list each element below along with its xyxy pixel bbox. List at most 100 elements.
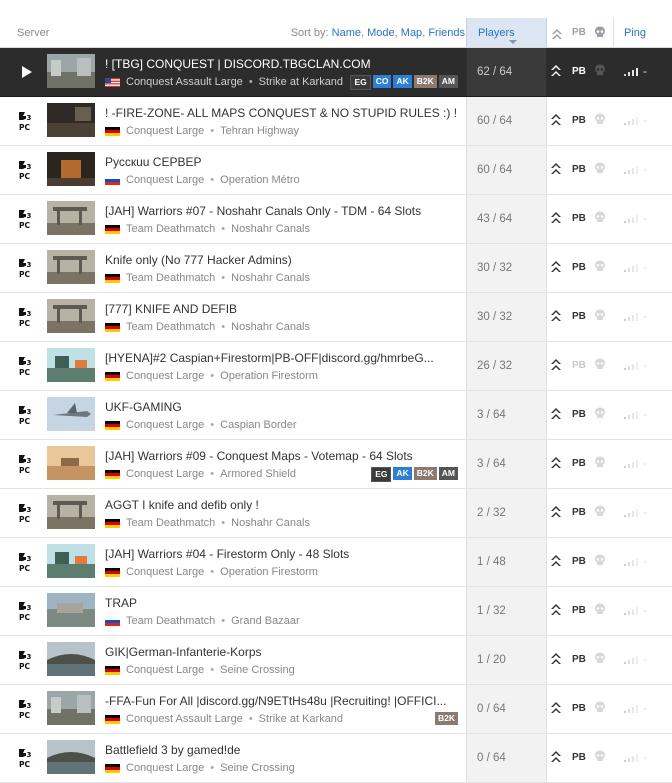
sort-map[interactable]: Map xyxy=(401,27,422,39)
play-icon[interactable] xyxy=(22,66,32,78)
country-flag-icon xyxy=(105,420,120,430)
rank-chevron-icon xyxy=(551,212,561,223)
rank-chevron-icon xyxy=(551,457,561,468)
ping-value: - xyxy=(643,554,647,568)
server-row[interactable]: 3 PC -FFA-Fun For All |discord.gg/N9ETtHs… xyxy=(0,685,672,734)
ping-value: - xyxy=(643,260,647,274)
map-name: Noshahr Canals xyxy=(231,321,310,333)
player-count: 3 / 64 xyxy=(477,458,506,470)
ping-value: - xyxy=(643,211,647,225)
server-name: AGGT I knife and defib only ! xyxy=(105,498,259,512)
server-row[interactable]: 3 PC [777] KNIFE AND DEFIB Team Deathmatc… xyxy=(0,293,672,342)
map-name: Operation Firestorm xyxy=(220,370,318,382)
ping-column-label[interactable]: Ping xyxy=(624,27,646,39)
skull-icon xyxy=(595,162,605,173)
ping-bars-icon xyxy=(624,117,638,125)
skull-icon[interactable] xyxy=(594,26,606,39)
sort-mode[interactable]: Mode xyxy=(367,27,395,39)
server-row[interactable]: 3 PC [JAH] Warriors #04 - Firestorm Only … xyxy=(0,538,672,587)
server-name: TRAP xyxy=(105,596,138,610)
skull-icon xyxy=(595,309,605,320)
server-row[interactable]: 3 PC Battlefield 3 by gamed!de Conquest L… xyxy=(0,734,672,783)
player-count: 60 / 64 xyxy=(477,164,513,176)
bf3-pc-icon: 3PC xyxy=(18,699,35,720)
punkbuster-badge: PB xyxy=(572,752,586,763)
separator-dot: • xyxy=(248,76,253,88)
server-name: Русскuu CEPBEP xyxy=(105,155,202,169)
server-meta: Team Deathmatch • Noshahr Canals xyxy=(105,223,310,235)
bf3-pc-icon: 3PC xyxy=(18,258,35,279)
server-row[interactable]: 3 PC AGGT I knife and defib only ! Team D… xyxy=(0,489,672,538)
expansion-tag: EG xyxy=(371,467,392,482)
expansion-tag: EG xyxy=(350,75,371,90)
server-row[interactable]: 3 PC Русскuu CEPBEP Conquest Large • Oper… xyxy=(0,146,672,195)
svg-text:PC: PC xyxy=(19,613,30,622)
map-name: Noshahr Canals xyxy=(231,272,310,284)
separator-dot: • xyxy=(210,664,215,676)
game-mode: Conquest Large xyxy=(126,566,205,578)
skull-icon xyxy=(595,211,605,222)
bf3-pc-icon: 3PC xyxy=(18,111,35,132)
server-row[interactable]: 3 PC GIK|German-Infanterie-Korps Conquest… xyxy=(0,636,672,685)
server-row[interactable]: 3 PC ! -FIRE-ZONE- ALL MAPS CONQUEST & NO… xyxy=(0,97,672,146)
sort-name[interactable]: Name xyxy=(332,27,361,39)
svg-text:PC: PC xyxy=(19,711,30,720)
game-mode: Conquest Large xyxy=(126,762,205,774)
sort-friends[interactable]: Friends xyxy=(428,27,465,39)
punkbuster-badge: PB xyxy=(572,164,586,175)
ping-value: - xyxy=(643,309,647,323)
svg-text:PC: PC xyxy=(19,760,30,769)
svg-text:PC: PC xyxy=(19,564,30,573)
rank-chevron-icon[interactable] xyxy=(551,28,563,40)
rank-chevron-icon xyxy=(551,702,561,713)
expansion-tag: B2K xyxy=(413,75,437,88)
country-flag-icon xyxy=(105,763,120,773)
svg-text:3: 3 xyxy=(27,751,32,759)
expansion-tags: EG AK B2K AM xyxy=(371,467,458,482)
map-thumbnail xyxy=(47,495,95,529)
server-row[interactable]: 3 PC Knife only (No 777 Hacker Admins) Te… xyxy=(0,244,672,293)
server-row[interactable]: 3 PC [HYENA]#2 Caspian+Firestorm|PB-OFF|d… xyxy=(0,342,672,391)
server-row[interactable]: ! [TBG] CONQUEST | DISCORD.TBGCLAN.COM C… xyxy=(0,48,672,97)
bf3-pc-icon: 3PC xyxy=(18,454,35,475)
country-flag-icon xyxy=(105,322,120,332)
server-meta: Conquest Large • Operation Firestorm xyxy=(105,370,318,382)
game-mode: Conquest Large xyxy=(126,468,205,480)
map-thumbnail xyxy=(47,103,95,137)
separator-dot: • xyxy=(210,370,215,382)
server-row[interactable]: 3 PC [JAH] Warriors #07 - Noshahr Canals … xyxy=(0,195,672,244)
svg-text:3: 3 xyxy=(27,653,32,661)
ping-value: - xyxy=(643,701,647,715)
svg-text:PC: PC xyxy=(19,662,30,671)
rank-chevron-icon xyxy=(551,751,561,762)
rank-chevron-icon xyxy=(551,310,561,321)
expansion-tags: B2K xyxy=(434,712,458,725)
punkbuster-badge: PB xyxy=(572,556,586,567)
ping-value: - xyxy=(643,358,647,372)
server-name: Battlefield 3 by gamed!de xyxy=(105,743,241,757)
server-name: [JAH] Warriors #07 - Noshahr Canals Only… xyxy=(105,204,422,218)
server-meta: Conquest Assault Large • Strike at Karka… xyxy=(105,76,343,88)
ping-bars-icon xyxy=(624,411,638,419)
separator-dot: • xyxy=(210,468,215,480)
server-row[interactable]: 3 PC UKF-GAMING Conquest Large • Caspian … xyxy=(0,391,672,440)
ping-value: - xyxy=(643,603,647,617)
map-name: Armored Shield xyxy=(220,468,296,480)
map-name: Strike at Karkand xyxy=(258,713,344,725)
separator-dot: • xyxy=(210,125,215,137)
bf3-pc-icon: 3PC xyxy=(18,405,35,426)
server-row[interactable]: 3 PC TRAP Team Deathmatch • Grand Bazaar … xyxy=(0,587,672,636)
pb-column-label[interactable]: PB xyxy=(572,27,586,38)
punkbuster-badge: PB xyxy=(572,703,586,714)
svg-text:3: 3 xyxy=(27,408,32,416)
ping-value: - xyxy=(643,407,647,421)
players-column-header[interactable]: Players xyxy=(466,18,547,47)
map-thumbnail xyxy=(47,54,95,88)
server-row[interactable]: 3 PC [JAH] Warriors #09 - Conquest Maps -… xyxy=(0,440,672,489)
ping-bars-icon xyxy=(624,460,638,468)
ping-value: - xyxy=(643,456,647,470)
svg-text:PC: PC xyxy=(19,417,30,426)
map-name: Tehran Highway xyxy=(220,125,300,137)
svg-text:3: 3 xyxy=(27,702,32,710)
ping-bars-icon xyxy=(624,264,638,272)
